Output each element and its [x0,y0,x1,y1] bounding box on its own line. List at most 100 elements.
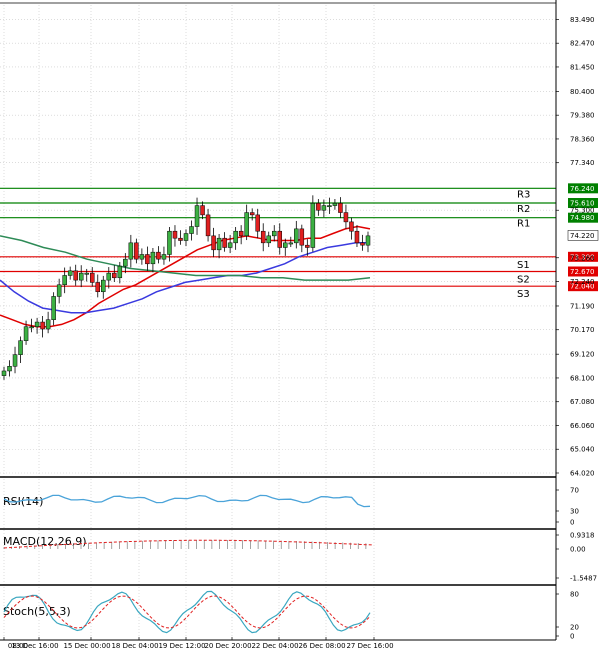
panel-tick-label: -1.5487 [570,575,597,583]
candle-body [354,230,360,244]
candle-body [62,275,67,286]
level-price-label: 76.240 [570,185,595,193]
indicator-label: Stoch(5,5,3) [3,605,71,618]
y-tick-label: 67.080 [570,398,595,406]
level-price-label: 72.670 [570,268,595,276]
candle-body [12,354,18,367]
x-tick-label: 22 Dec 04:00 [251,642,298,650]
candle-body [56,284,62,297]
x-tick-label: 15 Dec 00:00 [63,642,110,650]
candle-body [112,272,117,279]
current-price-label: 74.220 [570,232,595,240]
candle-body [305,244,310,248]
candle-body [178,237,183,241]
y-tick-label: 81.450 [570,63,595,71]
level-price-label: 74.980 [570,214,595,222]
candle-body [172,230,178,239]
x-tick-label: 19 Dec 12:00 [158,642,205,650]
panel-tick-label: 20 [570,624,579,632]
candle-body [117,265,123,279]
panel-tick-label: 0.9318 [570,532,595,540]
candle-body [161,254,167,260]
candle-body [271,230,277,237]
candle-body [255,214,260,232]
candle-body [145,254,150,265]
candle-body [106,272,112,281]
candle-body [211,235,216,251]
rsi-line [3,494,371,508]
candle-body [216,237,222,251]
panel-tick-label: 30 [570,508,579,516]
x-tick-label: 18 Dec 04:00 [111,642,158,650]
candle-body [327,205,332,208]
candle-body [7,366,12,372]
y-tick-label: 69.120 [570,351,595,359]
candle-body [277,230,283,248]
candle-body [316,202,321,211]
candle-body [365,235,371,246]
candle-body [1,370,7,376]
candle-body [227,242,233,248]
y-tick-label: 71.190 [570,302,595,310]
candle-body [321,205,327,211]
x-tick-label: 20 Dec 20:00 [204,642,251,650]
candle-body [260,230,266,244]
candle-body [205,214,211,237]
y-tick-label: 75.300 [570,207,595,215]
candle-body [34,321,40,327]
candle-body [101,279,106,293]
candle-body [40,321,45,330]
y-tick-label: 82.470 [570,40,595,48]
time-axis-ticks: 08:0013 Dec 16:00 15 Dec 00:00 18 Dec 04:0… [8,642,394,650]
candle-body [249,212,255,216]
panel-tick-label: 0 [570,633,574,641]
price-axis-ticks: 83.490 82.470 81.450 80.400 79.380 78.360 77.3… [570,16,595,478]
candle-body [123,258,128,267]
y-tick-label: 78.360 [570,135,595,143]
candle-body [156,251,161,260]
level-label-s2: S2 [517,274,530,285]
y-tick-label: 79.380 [570,112,595,120]
candle-body [310,202,316,248]
indicator-panels: RSI(14)70300MACD(12,26,9) 0.93180.00-1.54… [0,476,597,641]
y-tick-label: 83.490 [570,16,595,24]
candle-body [189,226,194,234]
candle-body [183,233,189,241]
candle-body [343,212,349,223]
y-tick-label: 73.260 [570,254,595,262]
candle-body [84,272,89,275]
candle-body [73,270,78,281]
level-label-s1: S1 [517,260,530,271]
x-tick-label: 13 Dec 16:00 [11,642,58,650]
candle-body [18,340,23,355]
candle-body [167,230,172,255]
candle-body [283,242,288,248]
candle-body [89,272,95,283]
candle-body [139,254,145,260]
candle-body [338,202,343,213]
candle-body [23,326,29,341]
pivot-levels: R376.240R275.610R174.980S173.300S272.670… [0,183,599,300]
level-label-s3: S3 [517,289,530,300]
level-label-r3: R3 [517,189,530,200]
candle-body [29,326,34,329]
candle-body [233,230,238,244]
price-chart: R376.240R275.610R174.980S173.300S272.670… [0,0,599,650]
y-tick-label: 80.400 [570,88,595,96]
y-tick-label: 66.060 [570,422,595,430]
y-tick-label: 65.040 [570,446,595,454]
candle-body [67,270,73,276]
x-tick-label: 27 Dec 16:00 [346,642,393,650]
candle-body [200,205,205,216]
panel-tick-label: 70 [570,487,579,495]
panel-tick-label: 80 [570,591,579,599]
candle-body [134,242,139,260]
candle-body [294,228,299,244]
y-tick-label: 64.020 [570,470,595,478]
level-label-r2: R2 [517,204,530,215]
x-tick-label: 26 Dec 08:00 [298,642,345,650]
candle-body [78,272,84,281]
candle-body [51,296,56,320]
candle-body [45,319,51,330]
y-tick-label: 68.100 [570,374,595,382]
